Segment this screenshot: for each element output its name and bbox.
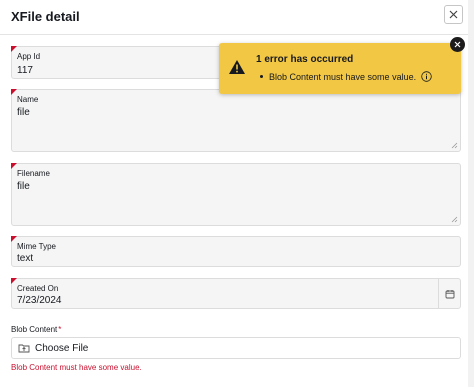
error-toast-close-button[interactable]	[450, 37, 465, 52]
mime-type-field[interactable]: Mime Type text	[11, 236, 461, 267]
file-upload-icon	[18, 342, 30, 354]
app-id-value: 117	[17, 65, 33, 76]
name-value: file	[17, 107, 30, 118]
close-icon	[449, 10, 458, 19]
bullet	[260, 75, 263, 78]
error-toast-message: Blob Content must have some value.	[269, 71, 417, 82]
required-asterisk: *	[58, 325, 62, 334]
created-on-label: Created On	[17, 284, 59, 293]
created-on-field[interactable]: Created On 7/23/2024	[11, 278, 461, 309]
error-toast: 1 error has occurred Blob Content must h…	[219, 43, 461, 94]
error-toast-message-item: Blob Content must have some value.	[260, 71, 432, 82]
app-id-label: App Id	[17, 52, 41, 61]
mime-type-label: Mime Type	[17, 242, 56, 251]
choose-file-label: Choose File	[35, 342, 89, 354]
date-picker-button[interactable]	[438, 279, 460, 308]
choose-file-button[interactable]: Choose File	[11, 337, 461, 359]
filename-label: Filename	[17, 169, 50, 178]
blob-content-error: Blob Content must have some value.	[11, 363, 142, 372]
scroll-track	[468, 0, 474, 387]
dialog-close-button[interactable]	[444, 5, 463, 24]
name-field[interactable]: Name file	[11, 89, 461, 152]
resize-grip-icon[interactable]	[451, 142, 458, 149]
dialog-title: XFile detail	[11, 9, 80, 24]
calendar-icon	[445, 289, 454, 298]
header-divider	[0, 34, 474, 35]
close-icon	[454, 41, 461, 48]
name-label: Name	[17, 95, 39, 104]
created-on-value: 7/23/2024	[17, 295, 62, 306]
resize-grip-icon[interactable]	[451, 216, 458, 223]
info-icon[interactable]	[421, 71, 432, 82]
filename-value: file	[17, 181, 30, 192]
error-toast-title: 1 error has occurred	[256, 54, 354, 65]
blob-content-label-text: Blob Content	[11, 325, 58, 334]
filename-field[interactable]: Filename file	[11, 163, 461, 226]
warning-icon	[229, 60, 245, 74]
mime-type-value: text	[17, 253, 34, 264]
xfile-detail-dialog: XFile detail App Id 117 Name file Filena…	[0, 0, 474, 387]
blob-content-label: Blob Content*	[11, 325, 61, 334]
